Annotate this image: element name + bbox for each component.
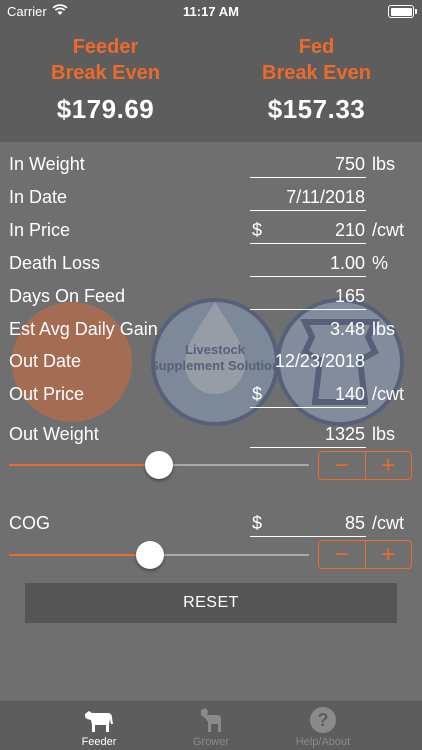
row-death-loss: Death Loss 1.00 % [0, 247, 422, 277]
out-price-label: Out Price [9, 384, 85, 404]
feeder-break-even-value: $179.69 [56, 94, 155, 124]
cog-increment-button[interactable]: + [364, 541, 412, 568]
death-loss-label: Death Loss [9, 253, 101, 273]
in-weight-field[interactable]: 750 [250, 154, 366, 178]
in-price-unit: /cwt [372, 220, 405, 240]
out-weight-field[interactable]: 1325 [250, 424, 366, 448]
cog-stepper: − + [318, 540, 412, 569]
cog-decrement-button[interactable]: − [319, 541, 365, 568]
in-date-field[interactable]: 7/11/2018 [250, 187, 366, 211]
death-loss-unit: % [372, 253, 389, 273]
status-time: 11:17 AM [183, 4, 239, 19]
out-weight-value: 1325 [324, 424, 365, 444]
tab-bar: Feeder Grower ? Help/About [0, 700, 422, 750]
out-weight-stepper: − + [318, 451, 412, 480]
est-avg-daily-gain-unit: lbs [372, 319, 396, 339]
cog-slider-thumb[interactable] [136, 541, 164, 569]
in-date-label: In Date [9, 187, 68, 207]
feeder-title-line1: Feeder [72, 36, 139, 58]
in-date-value: 7/11/2018 [286, 187, 365, 207]
in-price-value: 210 [334, 220, 365, 240]
days-on-feed-value: 165 [334, 286, 365, 306]
cog-field[interactable]: $85 [250, 513, 366, 537]
out-date-field: 12/23/2018 [250, 351, 366, 375]
svg-text:?: ? [318, 710, 329, 730]
death-loss-value: 1.00 [329, 253, 365, 273]
out-price-field[interactable]: $140 [250, 384, 366, 408]
in-price-prefix: $ [252, 220, 263, 240]
row-in-price: In Price $210 /cwt [0, 214, 422, 244]
out-weight-decrement-button[interactable]: − [319, 452, 365, 479]
in-price-label: In Price [9, 220, 71, 240]
fed-break-even: Fed Break Even $157.33 [211, 34, 422, 125]
row-days-on-feed: Days On Feed 165 [0, 280, 422, 310]
tab-help-about[interactable]: ? Help/About [253, 706, 393, 748]
status-bar: Carrier 11:17 AM [0, 0, 422, 24]
row-out-date: Out Date 12/23/2018 [0, 345, 422, 375]
fed-title-line2: Break Even [262, 62, 371, 84]
out-date-value: 12/23/2018 [274, 351, 365, 371]
out-weight-increment-button[interactable]: + [364, 452, 412, 479]
feeder-title-line2: Break Even [51, 62, 160, 84]
cog-prefix: $ [252, 513, 263, 533]
out-price-value: 140 [334, 384, 365, 404]
row-out-weight: Out Weight 1325 lbs [0, 418, 422, 448]
cog-label: COG [9, 513, 51, 533]
row-out-price: Out Price $140 /cwt [0, 378, 422, 408]
out-price-unit: /cwt [372, 384, 405, 404]
cog-unit: /cwt [372, 513, 405, 533]
out-weight-slider-fill [9, 464, 159, 466]
row-in-date: In Date 7/11/2018 [0, 181, 422, 211]
row-est-avg-daily-gain: Est Avg Daily Gain 3.48 lbs [0, 313, 422, 343]
in-price-field[interactable]: $210 [250, 220, 366, 244]
est-avg-daily-gain-field: 3.48 [250, 319, 366, 343]
out-date-label: Out Date [9, 351, 82, 371]
break-even-header: Feeder Break Even $179.69 Fed Break Even… [0, 24, 422, 142]
out-weight-unit: lbs [372, 424, 396, 444]
days-on-feed-field[interactable]: 165 [250, 286, 366, 310]
row-in-weight: In Weight 750 lbs [0, 148, 422, 178]
reset-button[interactable]: RESET [25, 583, 397, 623]
out-weight-label: Out Weight [9, 424, 99, 444]
cog-slider-fill [9, 554, 150, 556]
death-loss-field[interactable]: 1.00 [250, 253, 366, 277]
days-on-feed-label: Days On Feed [9, 286, 126, 306]
battery-icon [388, 5, 417, 18]
out-weight-slider-thumb[interactable] [145, 451, 173, 479]
in-weight-label: In Weight [9, 154, 85, 174]
out-price-prefix: $ [252, 384, 263, 404]
feeder-break-even: Feeder Break Even $179.69 [0, 34, 211, 125]
out-weight-slider[interactable] [9, 451, 309, 479]
in-weight-value: 750 [334, 154, 365, 174]
cog-value: 85 [344, 513, 365, 533]
fed-title-line1: Fed [298, 36, 335, 58]
in-weight-unit: lbs [372, 154, 396, 174]
tab-help-about-label: Help/About [295, 736, 351, 748]
est-avg-daily-gain-label: Est Avg Daily Gain [9, 319, 158, 339]
help-icon: ? [253, 706, 393, 734]
est-avg-daily-gain-value: 3.48 [329, 319, 365, 339]
row-cog: COG $85 /cwt [0, 507, 422, 537]
fed-break-even-value: $157.33 [267, 94, 366, 124]
cog-slider[interactable] [9, 541, 309, 569]
